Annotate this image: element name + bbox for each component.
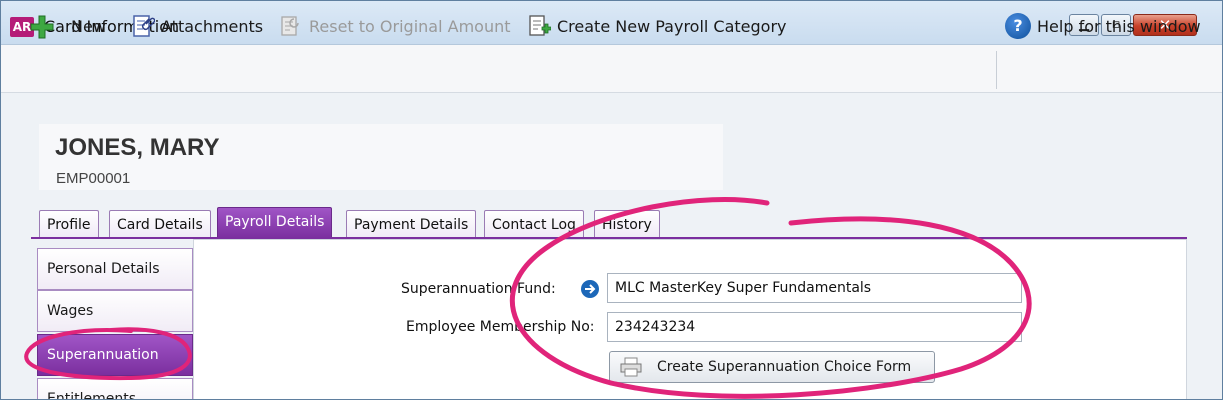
side-item-personal-details[interactable]: Personal Details <box>37 248 193 290</box>
tab-history[interactable]: History <box>594 210 660 238</box>
create-superannuation-choice-form-button[interactable]: Create Superannuation Choice Form <box>609 351 935 383</box>
side-item-entitlements[interactable]: Entitlements <box>37 378 193 399</box>
help-for-this-window-button[interactable]: ? Help for this window <box>1005 13 1201 39</box>
side-item-superannuation[interactable]: Superannuation <box>37 334 193 376</box>
new-label: New <box>71 16 106 36</box>
card-information-window: AR Card Information ▁ ▫ ✕ New Attachment… <box>0 0 1223 400</box>
help-icon: ? <box>1005 13 1031 39</box>
plus-icon <box>29 14 54 39</box>
tab-contact-log[interactable]: Contact Log <box>484 210 584 238</box>
superannuation-fund-label: Superannuation Fund: <box>401 281 556 297</box>
superannuation-fund-field[interactable]: MLC MasterKey Super Fundamentals <box>607 273 1022 303</box>
tab-payment-details[interactable]: Payment Details <box>346 210 477 238</box>
create-new-payroll-category-label: Create New Payroll Category <box>557 16 787 36</box>
reset-label: Reset to Original Amount <box>309 16 511 36</box>
create-new-payroll-category-button[interactable]: Create New Payroll Category <box>527 13 787 39</box>
arrow-right-circle-icon[interactable] <box>581 280 599 298</box>
tab-profile[interactable]: Profile <box>39 210 99 238</box>
paperclip-document-icon <box>131 14 156 38</box>
document-plus-icon <box>527 14 552 38</box>
side-item-wages[interactable]: Wages <box>37 290 193 332</box>
employee-name: JONES, MARY <box>55 134 220 161</box>
reset-document-icon <box>279 14 303 38</box>
printer-icon <box>620 357 642 377</box>
create-superannuation-choice-form-label: Create Superannuation Choice Form <box>657 359 912 375</box>
tab-card-details[interactable]: Card Details <box>109 210 211 238</box>
employee-id: EMP00001 <box>56 170 131 187</box>
attachments-label: Attachments <box>161 16 264 36</box>
tab-payroll-details[interactable]: Payroll Details <box>217 207 333 238</box>
employee-membership-no-label: Employee Membership No: <box>406 319 595 335</box>
toolbar-separator <box>996 51 997 89</box>
new-button[interactable]: New <box>29 13 106 39</box>
attachments-button[interactable]: Attachments <box>131 13 263 39</box>
employee-membership-no-field[interactable]: 234243234 <box>607 312 1022 342</box>
reset-to-original-amount-button[interactable]: Reset to Original Amount <box>279 13 511 39</box>
help-label: Help for this window <box>1037 16 1201 36</box>
toolbar <box>1 45 1222 93</box>
employee-header: JONES, MARY EMP00001 <box>39 124 723 190</box>
